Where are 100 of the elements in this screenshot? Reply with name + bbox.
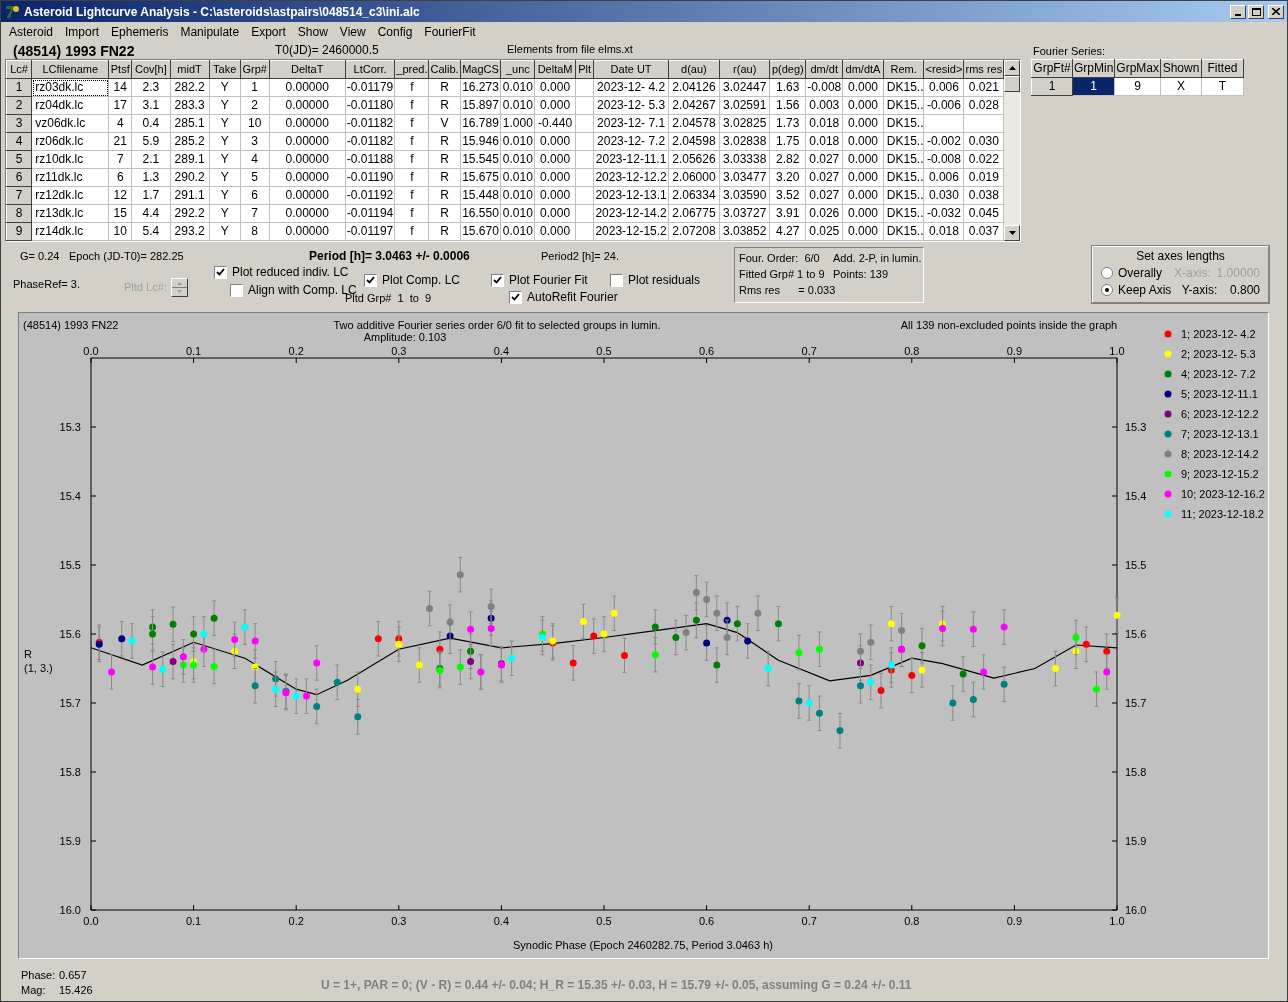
table-cell: 0.010: [500, 78, 535, 97]
table-cell: 1.63: [769, 78, 806, 97]
axis-label: Y-axis:: [1181, 281, 1219, 299]
table-cell: 2023-12- 7.1: [593, 114, 669, 133]
legend-label: 5; 2023-12-11.1: [1181, 388, 1258, 400]
table-cell: 14: [108, 78, 132, 97]
summary-text: Four. Order: 6/0: [739, 251, 821, 266]
legend-label: 6; 2023-12-12.2: [1181, 408, 1259, 420]
table-cell: f: [394, 150, 429, 169]
chart-object-name: (48514) 1993 FN22: [23, 319, 119, 331]
table-cell: 4: [108, 114, 132, 133]
tick-label: 0.1: [185, 915, 202, 927]
tick-label: 0.5: [596, 345, 612, 357]
table-cell: 15.946: [460, 132, 501, 151]
table-cell: V: [429, 114, 461, 133]
table-cell: 0.00000: [269, 186, 346, 205]
table-cell: 1.56: [769, 96, 806, 115]
table-cell: 15.670: [460, 222, 501, 241]
table-cell: 285.2: [170, 132, 210, 151]
table-cell: 0.027: [805, 150, 843, 169]
table-cell: R: [429, 186, 461, 205]
table-cell: 4.4: [131, 204, 171, 223]
table-cell: 0.000: [534, 132, 576, 151]
table-cell: 2.04267: [668, 96, 720, 115]
tick-label: 1.0: [1109, 915, 1125, 927]
table-cell: 0.006: [924, 168, 964, 187]
epoch-value: Epoch (JD-T0)= 282.25: [69, 248, 185, 264]
table-cell: 0.00000: [269, 222, 346, 241]
table-cell: -0.008: [805, 78, 843, 97]
table-cell: 2.04598: [668, 132, 720, 151]
table-cell: 9: [1114, 77, 1161, 96]
table-cell: 3.20: [769, 168, 806, 187]
table-cell: rz06dk.lc: [31, 132, 109, 151]
table-cell: -0.01180: [345, 96, 395, 115]
legend-label: 7; 2023-12-13.1: [1181, 428, 1259, 440]
table-cell: 4.27: [769, 222, 806, 241]
table-cell: -0.440: [534, 114, 576, 133]
table-cell: 2023-12-15.2: [593, 222, 669, 241]
table-cell: 6: [240, 186, 270, 205]
tick-label: 15.4: [59, 490, 81, 502]
table-cell: 0.010: [500, 132, 535, 151]
tick-label: 0.2: [288, 915, 304, 927]
tick-label: 0.2: [288, 345, 304, 357]
table-cell: f: [394, 222, 429, 241]
table-cell: 7: [240, 204, 270, 223]
tick-label: 15.3: [59, 421, 81, 433]
table-cell: 0.027: [805, 186, 843, 205]
table-cell: vz06dk.lc: [31, 114, 109, 133]
table-cell: 0.018: [924, 222, 964, 241]
y-axis-title: R: [24, 648, 32, 660]
legend-label: 11; 2023-12-18.2: [1181, 508, 1264, 520]
tick-label: 0.1: [185, 345, 202, 357]
tick-label: 15.3: [1125, 421, 1147, 433]
table-cell: 6: [108, 168, 132, 187]
table-cell: 17: [108, 96, 132, 115]
table-cell: rz11dk.lc: [31, 168, 109, 187]
radio-label: Overally: [1118, 264, 1163, 282]
table-cell: Y: [209, 132, 241, 151]
table-cell: 2.82: [769, 150, 806, 169]
table-cell: 15.448: [460, 186, 501, 205]
table-cell: 15.675: [460, 168, 501, 187]
table-cell: 0.019: [963, 168, 1004, 187]
table-cell: 0.000: [534, 150, 576, 169]
table-cell: 0.000: [534, 168, 576, 187]
tick-label: 15.7: [59, 697, 81, 709]
table-cell: R: [429, 132, 461, 151]
table-cell: rz12dk.lc: [31, 186, 109, 205]
table-cell: 1.3: [131, 168, 171, 187]
table-cell: 3.02591: [719, 96, 770, 115]
table-cell: 15.545: [460, 150, 501, 169]
table-cell: f: [394, 78, 429, 97]
table-cell: DK15..: [883, 222, 924, 241]
table-cell: 2023-12-13.1: [593, 186, 669, 205]
table-cell: Y: [209, 150, 241, 169]
tick-label: 0.3: [391, 915, 407, 927]
table-cell: 0.030: [963, 132, 1004, 151]
table-cell: -0.006: [924, 96, 964, 115]
table-cell: 0.010: [500, 150, 535, 169]
table-cell: R: [429, 222, 461, 241]
table-cell: 8: [240, 222, 270, 241]
table-cell: DK15..: [883, 150, 924, 169]
phase-ref-value: PhaseRef= 3.: [13, 278, 80, 290]
table-cell: 3.1: [131, 96, 171, 115]
asteroid-name: (48514) 1993 FN22: [12, 43, 136, 59]
tick-label: 15.9: [59, 835, 81, 847]
table-cell: 0.000: [842, 114, 884, 133]
table-cell: 0.045: [963, 204, 1004, 223]
table-cell: 0.000: [534, 204, 576, 223]
table-cell: 2023-12-14.2: [593, 204, 669, 223]
table-cell: 3.52: [769, 186, 806, 205]
table-cell: R: [429, 78, 461, 97]
table-cell: 0.00000: [269, 78, 346, 97]
checkbox-label: Plot residuals: [628, 272, 701, 289]
chart-title: Two additive Fourier series order 6/0 fit to selected groups in lumin.: [333, 319, 661, 331]
table-cell: 0.00000: [269, 132, 346, 151]
tick-label: 0.0: [83, 345, 99, 357]
table-cell: -0.01182: [345, 114, 395, 133]
table-cell: DK15..: [883, 114, 924, 133]
period2-value: Period2 [h]= 24.: [541, 248, 619, 264]
table-cell: 15: [108, 204, 132, 223]
